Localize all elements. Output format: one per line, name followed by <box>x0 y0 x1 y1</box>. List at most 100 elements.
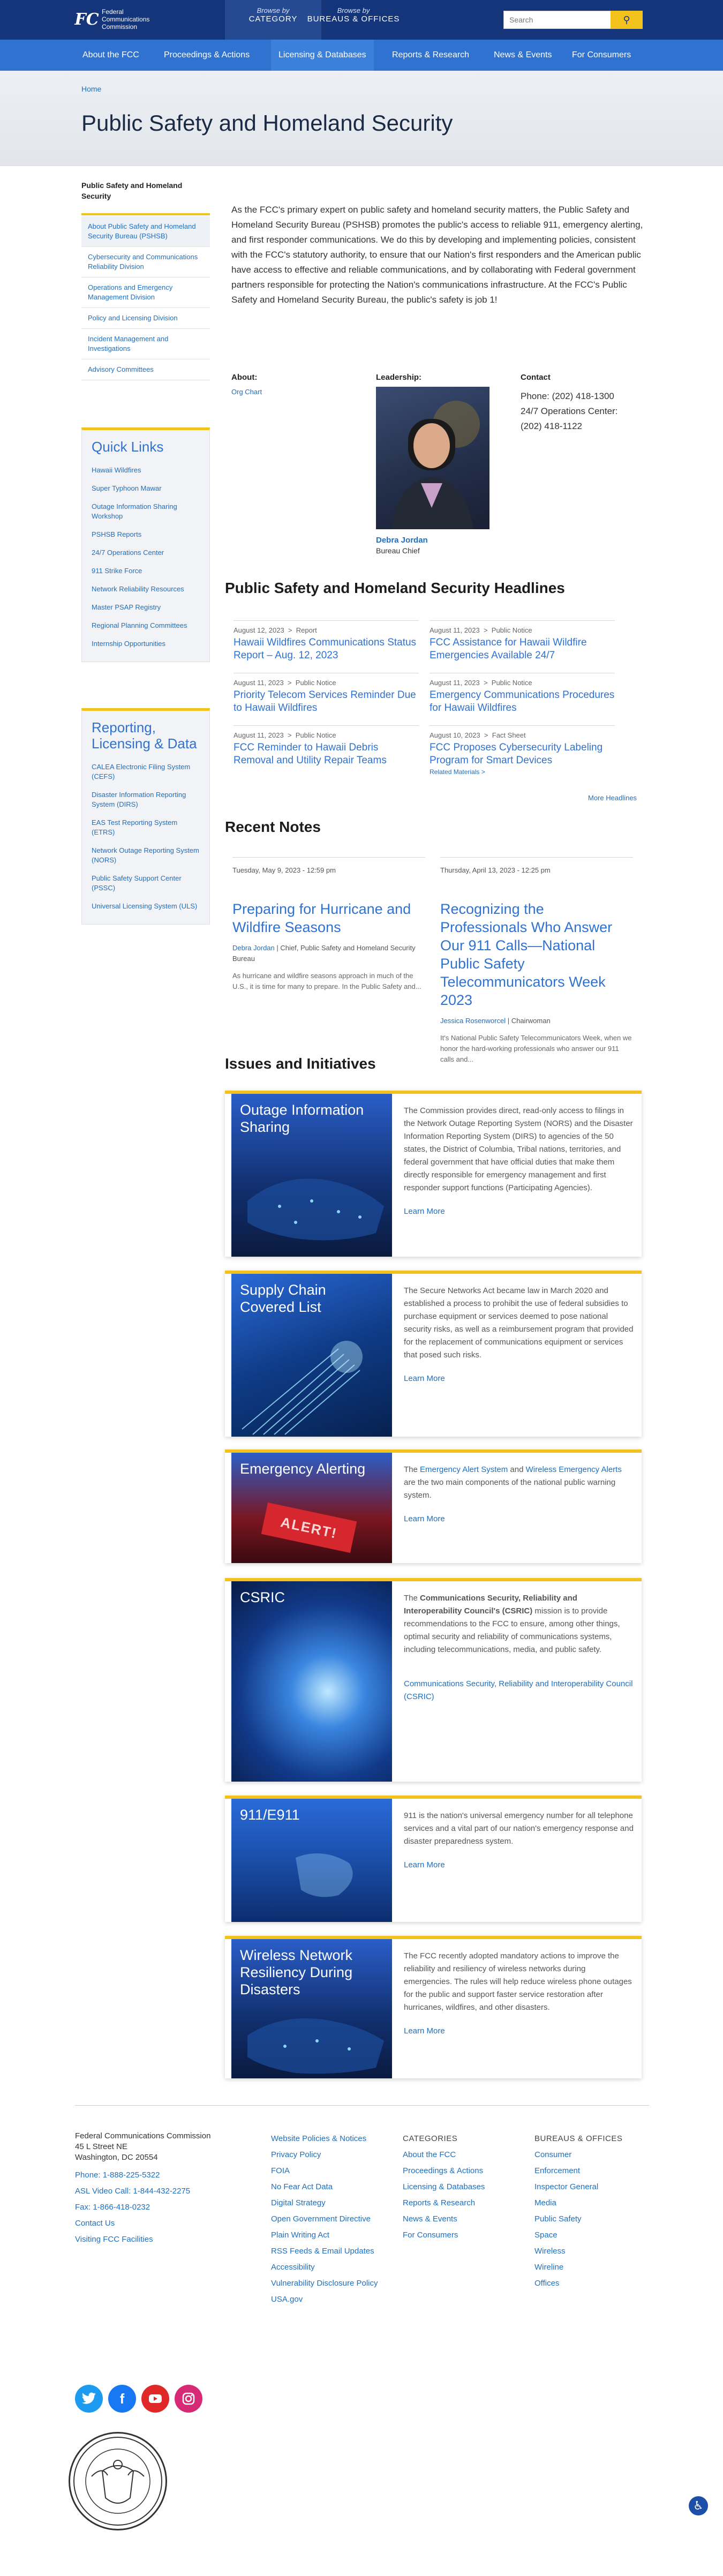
footer-policy-link[interactable]: Accessibility <box>271 2259 389 2275</box>
footer-bureau-link[interactable]: Space <box>534 2227 622 2243</box>
nav-about[interactable]: About the FCC <box>75 40 147 71</box>
footer-policy-link[interactable]: Website Policies & Notices <box>271 2131 389 2147</box>
quick-link[interactable]: Network Reliability Resources <box>92 580 200 598</box>
reporting-link[interactable]: EAS Test Reporting System (ETRS) <box>92 814 200 842</box>
wea-link[interactable]: Wireless Emergency Alerts <box>526 1465 622 1474</box>
quick-link[interactable]: 24/7 Operations Center <box>92 544 200 562</box>
footer-visiting-link[interactable]: Visiting FCC Facilities <box>75 2232 210 2248</box>
headline-item[interactable]: August 12, 2023 > Report Hawaii Wildfire… <box>234 620 419 662</box>
quick-link[interactable]: Hawaii Wildfires <box>92 461 200 479</box>
footer-bureau-link[interactable]: Public Safety <box>534 2211 622 2227</box>
footer-policy-link[interactable]: Plain Writing Act <box>271 2227 389 2243</box>
footer-category-link[interactable]: Licensing & Databases <box>403 2179 485 2195</box>
breadcrumb-home[interactable]: Home <box>81 85 101 93</box>
headline-item[interactable]: August 11, 2023 > Public Notice FCC Remi… <box>234 725 419 767</box>
nav-licensing[interactable]: Licensing & Databases <box>271 40 374 71</box>
footer-policy-link[interactable]: FOIA <box>271 2163 389 2179</box>
csric-link[interactable]: Communications Security, Reliability and… <box>404 1678 634 1703</box>
footer-policy-link[interactable]: USA.gov <box>271 2292 389 2308</box>
sidebar-item-operations[interactable]: Operations and Emergency Management Divi… <box>81 277 210 308</box>
footer-phone-link[interactable]: Phone: 1-888-225-5322 <box>75 2167 210 2183</box>
nav-consumers[interactable]: For Consumers <box>564 40 638 71</box>
leader-photo[interactable] <box>376 387 489 529</box>
footer-bureau-link[interactable]: Media <box>534 2195 622 2211</box>
footer-policy-link[interactable]: RSS Feeds & Email Updates <box>271 2243 389 2259</box>
note-item[interactable]: Tuesday, May 9, 2023 - 12:59 pm Preparin… <box>232 857 425 992</box>
headline-item[interactable]: August 11, 2023 > Public Notice FCC Assi… <box>430 620 615 662</box>
issue-card[interactable]: 911/E911 911 is the nation's universal e… <box>225 1796 642 1922</box>
learn-more-link[interactable]: Learn More <box>404 1513 634 1526</box>
issue-card[interactable]: Supply Chain Covered List The Secure Net… <box>225 1271 642 1437</box>
sidebar-item-advisory[interactable]: Advisory Committees <box>81 359 210 380</box>
footer-bureau-link[interactable]: Consumer <box>534 2147 622 2163</box>
issue-card[interactable]: CSRIC The Communications Security, Relia… <box>225 1578 642 1782</box>
sidebar-item-about-pshsb[interactable]: About Public Safety and Homeland Securit… <box>81 216 210 247</box>
footer-bureau-link[interactable]: Wireline <box>534 2259 622 2275</box>
reporting-link[interactable]: Universal Licensing System (ULS) <box>92 897 200 915</box>
quick-link[interactable]: 911 Strike Force <box>92 562 200 580</box>
youtube-icon[interactable] <box>141 2385 169 2413</box>
reporting-link[interactable]: Network Outage Reporting System (NORS) <box>92 842 200 869</box>
org-chart-link[interactable]: Org Chart <box>231 388 262 396</box>
contact-ops-label: 24/7 Operations Center: <box>521 406 618 416</box>
instagram-icon[interactable] <box>175 2385 202 2413</box>
nav-reports[interactable]: Reports & Research <box>385 40 477 71</box>
search-button[interactable]: ⚲ <box>611 11 643 29</box>
footer-contact-column: Federal Communications Commission 45 L S… <box>75 2131 210 2248</box>
issue-card[interactable]: Emergency Alerting ALERT! The Emergency … <box>225 1450 642 1563</box>
footer-contact-us-link[interactable]: Contact Us <box>75 2215 210 2232</box>
sidebar-item-incident[interactable]: Incident Management and Investigations <box>81 329 210 359</box>
quick-link[interactable]: PSHSB Reports <box>92 525 200 544</box>
more-headlines-link[interactable]: More Headlines <box>588 794 637 802</box>
sidebar-item-cybersecurity[interactable]: Cybersecurity and Communications Reliabi… <box>81 247 210 277</box>
footer-category-link[interactable]: Reports & Research <box>403 2195 485 2211</box>
sidebar-item-policy[interactable]: Policy and Licensing Division <box>81 308 210 329</box>
browse-by-bureaus[interactable]: Browse by BUREAUS & OFFICES <box>305 0 402 40</box>
footer-policy-link[interactable]: Vulnerability Disclosure Policy <box>271 2275 389 2292</box>
related-materials-link[interactable]: Related Materials > <box>430 768 485 776</box>
footer-bureau-link[interactable]: Enforcement <box>534 2163 622 2179</box>
footer-category-link[interactable]: About the FCC <box>403 2147 485 2163</box>
quick-link[interactable]: Master PSAP Registry <box>92 598 200 617</box>
footer-category-link[interactable]: News & Events <box>403 2211 485 2227</box>
headline-item[interactable]: August 10, 2023 > Fact Sheet FCC Propose… <box>430 725 615 777</box>
quick-link[interactable]: Regional Planning Committees <box>92 617 200 635</box>
facebook-icon[interactable]: f <box>108 2385 136 2413</box>
headline-item[interactable]: August 11, 2023 > Public Notice Emergenc… <box>430 673 615 715</box>
reporting-link[interactable]: Public Safety Support Center (PSSC) <box>92 869 200 897</box>
learn-more-link[interactable]: Learn More <box>404 1205 634 1218</box>
footer-bureau-link[interactable]: Wireless <box>534 2243 622 2259</box>
footer-category-link[interactable]: Proceedings & Actions <box>403 2163 485 2179</box>
note-item[interactable]: Thursday, April 13, 2023 - 12:25 pm Reco… <box>440 857 633 1065</box>
fcc-logo[interactable]: FC Federal Communications Commission <box>74 7 149 31</box>
headline-item[interactable]: August 11, 2023 > Public Notice Priority… <box>234 673 419 715</box>
leader-name[interactable]: Debra Jordan <box>376 536 428 545</box>
issue-card[interactable]: Wireless Network Resiliency During Disas… <box>225 1936 642 2078</box>
reporting-link[interactable]: Disaster Information Reporting System (D… <box>92 786 200 814</box>
footer-fax-link[interactable]: Fax: 1-866-418-0232 <box>75 2199 210 2215</box>
note-author-link[interactable]: Debra Jordan <box>232 944 275 952</box>
footer-policy-link[interactable]: Privacy Policy <box>271 2147 389 2163</box>
eas-link[interactable]: Emergency Alert System <box>420 1465 508 1474</box>
issue-card[interactable]: Outage Information Sharing The Commissio… <box>225 1091 642 1257</box>
quick-link[interactable]: Outage Information Sharing Workshop <box>92 498 200 525</box>
nav-news[interactable]: News & Events <box>486 40 559 71</box>
footer-policy-link[interactable]: Digital Strategy <box>271 2195 389 2211</box>
learn-more-link[interactable]: Learn More <box>404 2025 634 2038</box>
nav-proceedings[interactable]: Proceedings & Actions <box>156 40 257 71</box>
learn-more-link[interactable]: Learn More <box>404 1372 634 1385</box>
footer-policy-link[interactable]: No Fear Act Data <box>271 2179 389 2195</box>
learn-more-link[interactable]: Learn More <box>404 1859 634 1872</box>
quick-link[interactable]: Super Typhoon Mawar <box>92 479 200 498</box>
reporting-link[interactable]: CALEA Electronic Filing System (CEFS) <box>92 758 200 786</box>
quick-link[interactable]: Internship Opportunities <box>92 635 200 653</box>
twitter-icon[interactable] <box>75 2385 103 2413</box>
footer-asl-link[interactable]: ASL Video Call: 1-844-432-2275 <box>75 2183 210 2199</box>
footer-policy-link[interactable]: Open Government Directive <box>271 2211 389 2227</box>
footer-bureau-link[interactable]: Offices <box>534 2275 622 2292</box>
footer-category-link[interactable]: For Consumers <box>403 2227 485 2243</box>
fcc-seal-icon <box>69 2432 167 2530</box>
note-author-link[interactable]: Jessica Rosenworcel <box>440 1017 506 1025</box>
footer-bureau-link[interactable]: Inspector General <box>534 2179 622 2195</box>
accessibility-icon[interactable]: ♿ <box>689 2496 708 2515</box>
